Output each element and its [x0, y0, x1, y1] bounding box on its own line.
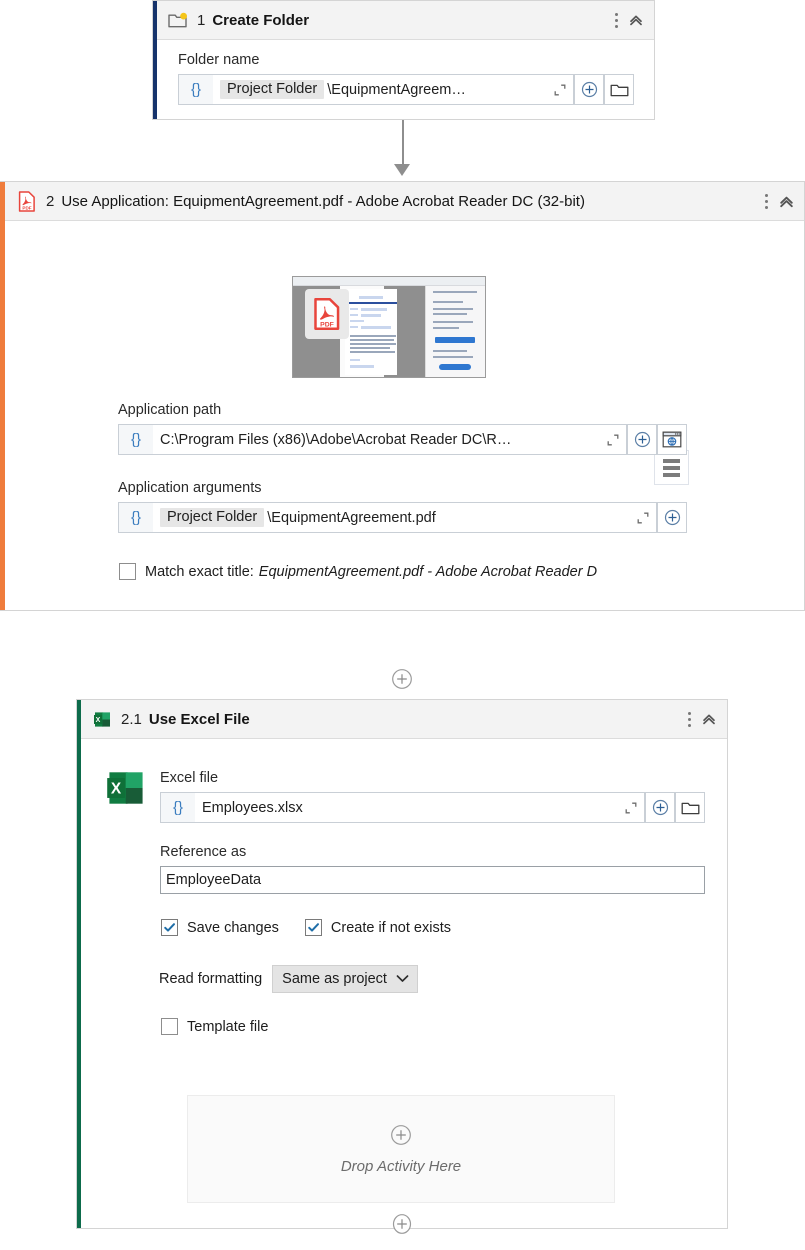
create-if-not-exists-row[interactable]: Create if not exists	[305, 919, 451, 936]
card-number: 1	[197, 12, 205, 29]
expression-brace-icon: {}	[119, 503, 153, 532]
reference-as-label: Reference as	[160, 844, 705, 860]
project-folder-chip: Project Folder	[160, 508, 264, 527]
save-changes-row[interactable]: Save changes	[161, 919, 279, 936]
svg-text:X: X	[95, 717, 100, 724]
card-header-use-application[interactable]: PDF 2 Use Application: EquipmentAgreemen…	[0, 182, 804, 221]
read-formatting-label: Read formatting	[159, 971, 262, 987]
plus-circle-icon[interactable]	[657, 502, 687, 533]
pdf-file-icon: PDF	[16, 190, 38, 212]
application-path-row[interactable]: {} C:\Program Files (x86)\Adobe\Acrobat …	[118, 424, 687, 455]
adobe-acrobat-reader-window-thumbnail[interactable]: PDF	[292, 276, 486, 378]
card-accent-bar	[77, 700, 81, 1228]
excel-file-icon: X	[91, 708, 113, 730]
more-options-icon[interactable]	[606, 8, 626, 32]
thumb-titlebar	[293, 277, 485, 286]
application-path-label: Application path	[118, 402, 688, 418]
application-arguments-row[interactable]: {} Project Folder\EquipmentAgreement.pdf	[118, 502, 687, 533]
card-accent-bar	[0, 182, 5, 610]
application-arguments-input[interactable]: {} Project Folder\EquipmentAgreement.pdf	[118, 502, 657, 533]
template-file-label: Template file	[187, 1019, 268, 1035]
folder-browse-icon[interactable]	[604, 74, 634, 105]
application-arguments-value: Project Folder\EquipmentAgreement.pdf	[153, 508, 630, 527]
application-arguments-text: \EquipmentAgreement.pdf	[267, 510, 435, 526]
template-file-checkbox[interactable]	[161, 1018, 178, 1035]
project-folder-chip: Project Folder	[220, 80, 324, 99]
workflow-canvas: 1 Create Folder Folder name {} Project F…	[0, 0, 805, 1250]
card-number: 2	[46, 193, 54, 210]
save-changes-checkbox[interactable]	[161, 919, 178, 936]
folder-name-label: Folder name	[178, 52, 636, 68]
more-options-icon[interactable]	[679, 707, 699, 731]
card-title: Use Excel File	[149, 711, 250, 728]
save-changes-label: Save changes	[187, 920, 279, 936]
create-if-not-exists-checkbox[interactable]	[305, 919, 322, 936]
open-editor-icon[interactable]	[630, 511, 656, 525]
excel-file-value: Employees.xlsx	[195, 800, 618, 816]
folder-new-icon	[167, 9, 189, 31]
match-exact-title-checkbox[interactable]	[119, 563, 136, 580]
svg-text:PDF: PDF	[320, 322, 334, 329]
more-options-icon[interactable]	[756, 189, 776, 213]
match-exact-title-row[interactable]: Match exact title: EquipmentAgreement.pd…	[119, 563, 759, 580]
card-title: Create Folder	[212, 12, 309, 29]
expression-brace-icon: {}	[119, 425, 153, 454]
card-number: 2.1	[121, 711, 142, 728]
chevron-down-icon	[396, 971, 409, 987]
activity-card-use-application[interactable]: PDF 2 Use Application: EquipmentAgreemen…	[0, 181, 805, 611]
expression-brace-icon: {}	[161, 793, 195, 822]
collapse-chevron-icon[interactable]	[699, 707, 719, 731]
card-body-create-folder: Folder name {} Project Folder\EquipmentA…	[153, 40, 654, 105]
open-editor-icon[interactable]	[600, 433, 626, 447]
create-if-not-exists-label: Create if not exists	[331, 920, 451, 936]
plus-circle-icon[interactable]	[574, 74, 604, 105]
read-formatting-select[interactable]: Same as project	[272, 965, 418, 993]
drop-activity-zone[interactable]: Drop Activity Here	[187, 1095, 615, 1203]
folder-name-row[interactable]: {} Project Folder\EquipmentAgreem…	[178, 74, 634, 105]
folder-name-value: Project Folder\EquipmentAgreem…	[213, 80, 547, 99]
application-path-value: C:\Program Files (x86)\Adobe\Acrobat Rea…	[153, 432, 600, 448]
activity-card-create-folder[interactable]: 1 Create Folder Folder name {} Project F…	[152, 0, 655, 120]
card-title: Use Application: EquipmentAgreement.pdf …	[61, 193, 585, 210]
svg-text:PDF: PDF	[22, 205, 31, 210]
plus-circle-icon[interactable]	[390, 1124, 412, 1151]
add-activity-plus-icon[interactable]	[391, 668, 413, 690]
browser-window-icon[interactable]	[657, 424, 687, 455]
pdf-overlay-badge: PDF	[305, 289, 349, 339]
match-exact-title-label: Match exact title:	[145, 564, 254, 580]
match-exact-title-value: EquipmentAgreement.pdf - Adobe Acrobat R…	[259, 564, 597, 580]
card-header-create-folder[interactable]: 1 Create Folder	[153, 1, 654, 40]
svg-text:X: X	[111, 781, 122, 798]
plus-circle-icon[interactable]	[627, 424, 657, 455]
collapse-chevron-icon[interactable]	[626, 8, 646, 32]
card-header-use-excel-file[interactable]: X 2.1 Use Excel File	[77, 700, 727, 739]
excel-file-label: Excel file	[160, 770, 705, 786]
application-arguments-label: Application arguments	[118, 480, 688, 496]
down-arrow-connector	[394, 164, 410, 176]
expression-brace-icon: {}	[179, 75, 213, 104]
reference-as-input[interactable]: EmployeeData	[160, 866, 705, 894]
connector-line-1	[402, 120, 404, 168]
open-editor-icon[interactable]	[618, 801, 644, 815]
folder-browse-icon[interactable]	[675, 792, 705, 823]
excel-file-row[interactable]: {} Employees.xlsx	[160, 792, 705, 823]
excel-file-input[interactable]: {} Employees.xlsx	[160, 792, 645, 823]
open-editor-icon[interactable]	[547, 83, 573, 97]
read-formatting-value: Same as project	[282, 971, 387, 987]
plus-circle-icon[interactable]	[645, 792, 675, 823]
folder-name-text: \EquipmentAgreem…	[327, 82, 466, 98]
add-activity-plus-icon-bottom[interactable]	[391, 1213, 413, 1235]
template-file-row[interactable]: Template file	[161, 1018, 268, 1035]
folder-name-input[interactable]: {} Project Folder\EquipmentAgreem…	[178, 74, 574, 105]
drop-activity-label: Drop Activity Here	[341, 1158, 461, 1175]
collapse-chevron-icon[interactable]	[776, 189, 796, 213]
excel-large-icon: X	[105, 767, 145, 807]
activity-card-use-excel-file[interactable]: X 2.1 Use Excel File	[76, 699, 728, 1229]
application-path-input[interactable]: {} C:\Program Files (x86)\Adobe\Acrobat …	[118, 424, 627, 455]
